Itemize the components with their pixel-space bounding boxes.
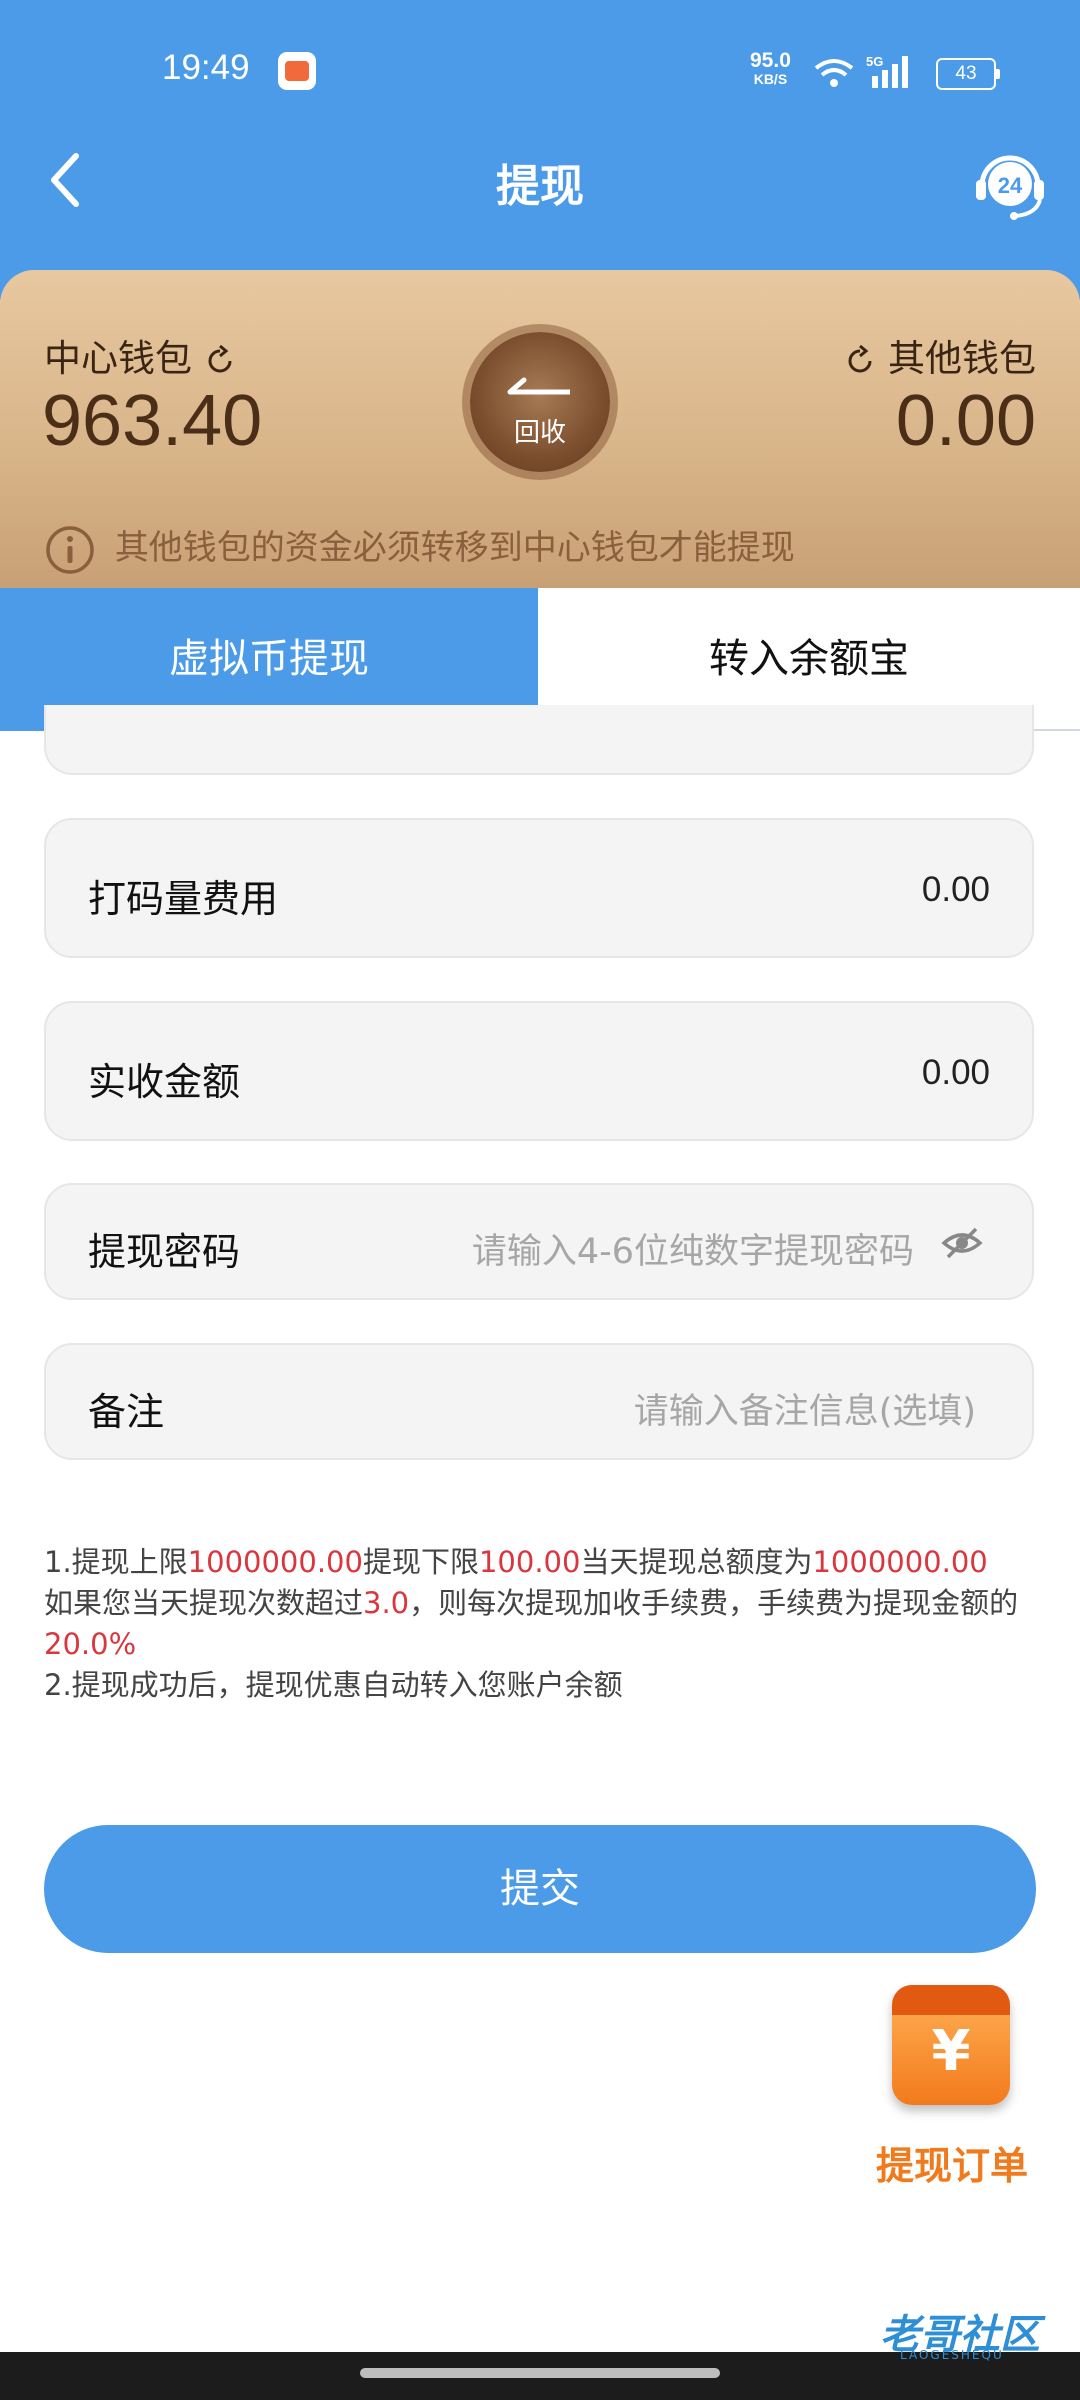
refresh-icon[interactable] (844, 344, 876, 377)
wallet-notice-text: 其他钱包的资金必须转移到中心钱包才能提现 (114, 528, 795, 568)
remark-input[interactable]: 请输入备注信息(选填) (634, 1383, 976, 1434)
status-time: 19:49 (162, 48, 250, 87)
recycle-button[interactable]: 回收 (470, 332, 610, 472)
rule-text: 当天提现总额度为 (580, 1545, 813, 1579)
other-wallet-amount: 0.00 (895, 381, 1036, 461)
other-wallet-text: 其他钱包 (888, 337, 1036, 380)
rule-line-1: 1.提现上限1000000.00提现下限100.00当天提现总额度为100000… (44, 1542, 1044, 1583)
network-type: 5G (866, 54, 883, 69)
withdraw-order-button[interactable]: ¥ 提现订单 (862, 1985, 1042, 2205)
top-bar: 19:49 95.0 KB/S 5G 43 提现 24 (0, 0, 1080, 300)
wifi-icon (814, 59, 854, 87)
actual-amount-label: 实收金额 (88, 1060, 241, 1104)
net-speed: 95.0 KB/S (750, 49, 791, 88)
fee-value: 0.00 (921, 870, 990, 909)
field-partial-top (44, 705, 1034, 775)
actual-amount-value: 0.00 (921, 1053, 990, 1092)
recycle-label: 回收 (513, 418, 566, 448)
remark-label: 备注 (88, 1390, 165, 1434)
rule-times-value: 3.0 (363, 1586, 410, 1620)
rule-min-value: 100.00 (478, 1545, 581, 1579)
withdraw-password-label: 提现密码 (88, 1230, 241, 1274)
submit-button[interactable]: 提交 (44, 1825, 1036, 1953)
center-wallet-label: 中心钱包 (44, 328, 236, 382)
withdraw-password-input[interactable]: 请输入4-6位纯数字提现密码 (472, 1223, 914, 1274)
watermark-sub: LAOGESHEQU (900, 2348, 1004, 2362)
withdraw-rules: 1.提现上限1000000.00提现下限100.00当天提现总额度为100000… (44, 1542, 1044, 1706)
net-speed-value: 95.0 (750, 49, 791, 72)
wallet-notice: 其他钱包的资金必须转移到中心钱包才能提现 (44, 520, 795, 576)
rule-text: 如果您当天提现次数超过 (44, 1586, 364, 1620)
yen-symbol: ¥ (931, 2019, 971, 2084)
withdraw-password-field[interactable]: 提现密码 请输入4-6位纯数字提现密码 (44, 1183, 1034, 1300)
withdraw-order-label: 提现订单 (875, 2144, 1028, 2188)
net-speed-unit: KB/S (753, 71, 788, 87)
battery-icon: 43 (936, 58, 1000, 90)
home-indicator[interactable] (360, 2368, 720, 2378)
rule-line-3: 2.提现成功后，提现优惠自动转入您账户余额 (44, 1668, 623, 1702)
app-notification-icon (278, 52, 316, 90)
support-badge: 24 (998, 173, 1023, 198)
info-icon (46, 525, 94, 574)
recycle-arrow-icon (507, 377, 570, 395)
rule-fee-rate: 20.0% (44, 1627, 137, 1661)
eye-off-icon[interactable] (940, 1221, 984, 1265)
signal-icon: 5G (866, 54, 908, 88)
wallet-card: 中心钱包 963.40 回收 其他钱包 0.00 其他钱包的资金必须转移到中心钱… (0, 270, 1080, 588)
rule-max-value: 1000000.00 (187, 1545, 363, 1579)
fee-label: 打码量费用 (88, 877, 279, 921)
watermark: 老哥社区 LAOGESHEQU (840, 2300, 1070, 2370)
customer-service-icon[interactable]: 24 (968, 140, 1052, 224)
status-bar: 19:49 95.0 KB/S 5G 43 (0, 48, 1080, 98)
rule-line-2: 如果您当天提现次数超过3.0，则每次提现加收手续费，手续费为提现金额的 20.0% (44, 1583, 1044, 1665)
actual-amount-field: 实收金额 0.00 (44, 1001, 1034, 1141)
other-wallet-label: 其他钱包 (844, 328, 1036, 382)
rule-daily-total: 1000000.00 (812, 1545, 988, 1579)
fee-field: 打码量费用 0.00 (44, 818, 1034, 958)
refresh-icon[interactable] (204, 344, 236, 377)
rule-text: 提现下限 (362, 1545, 479, 1579)
rule-text: 1.提现上限 (44, 1545, 188, 1579)
rule-text: ，则每次提现加收手续费，手续费为提现金额的 (409, 1586, 1019, 1620)
center-wallet-text: 中心钱包 (44, 337, 192, 380)
center-wallet-amount: 963.40 (42, 381, 263, 461)
page-title: 提现 (496, 161, 584, 212)
remark-field[interactable]: 备注 请输入备注信息(选填) (44, 1343, 1034, 1460)
